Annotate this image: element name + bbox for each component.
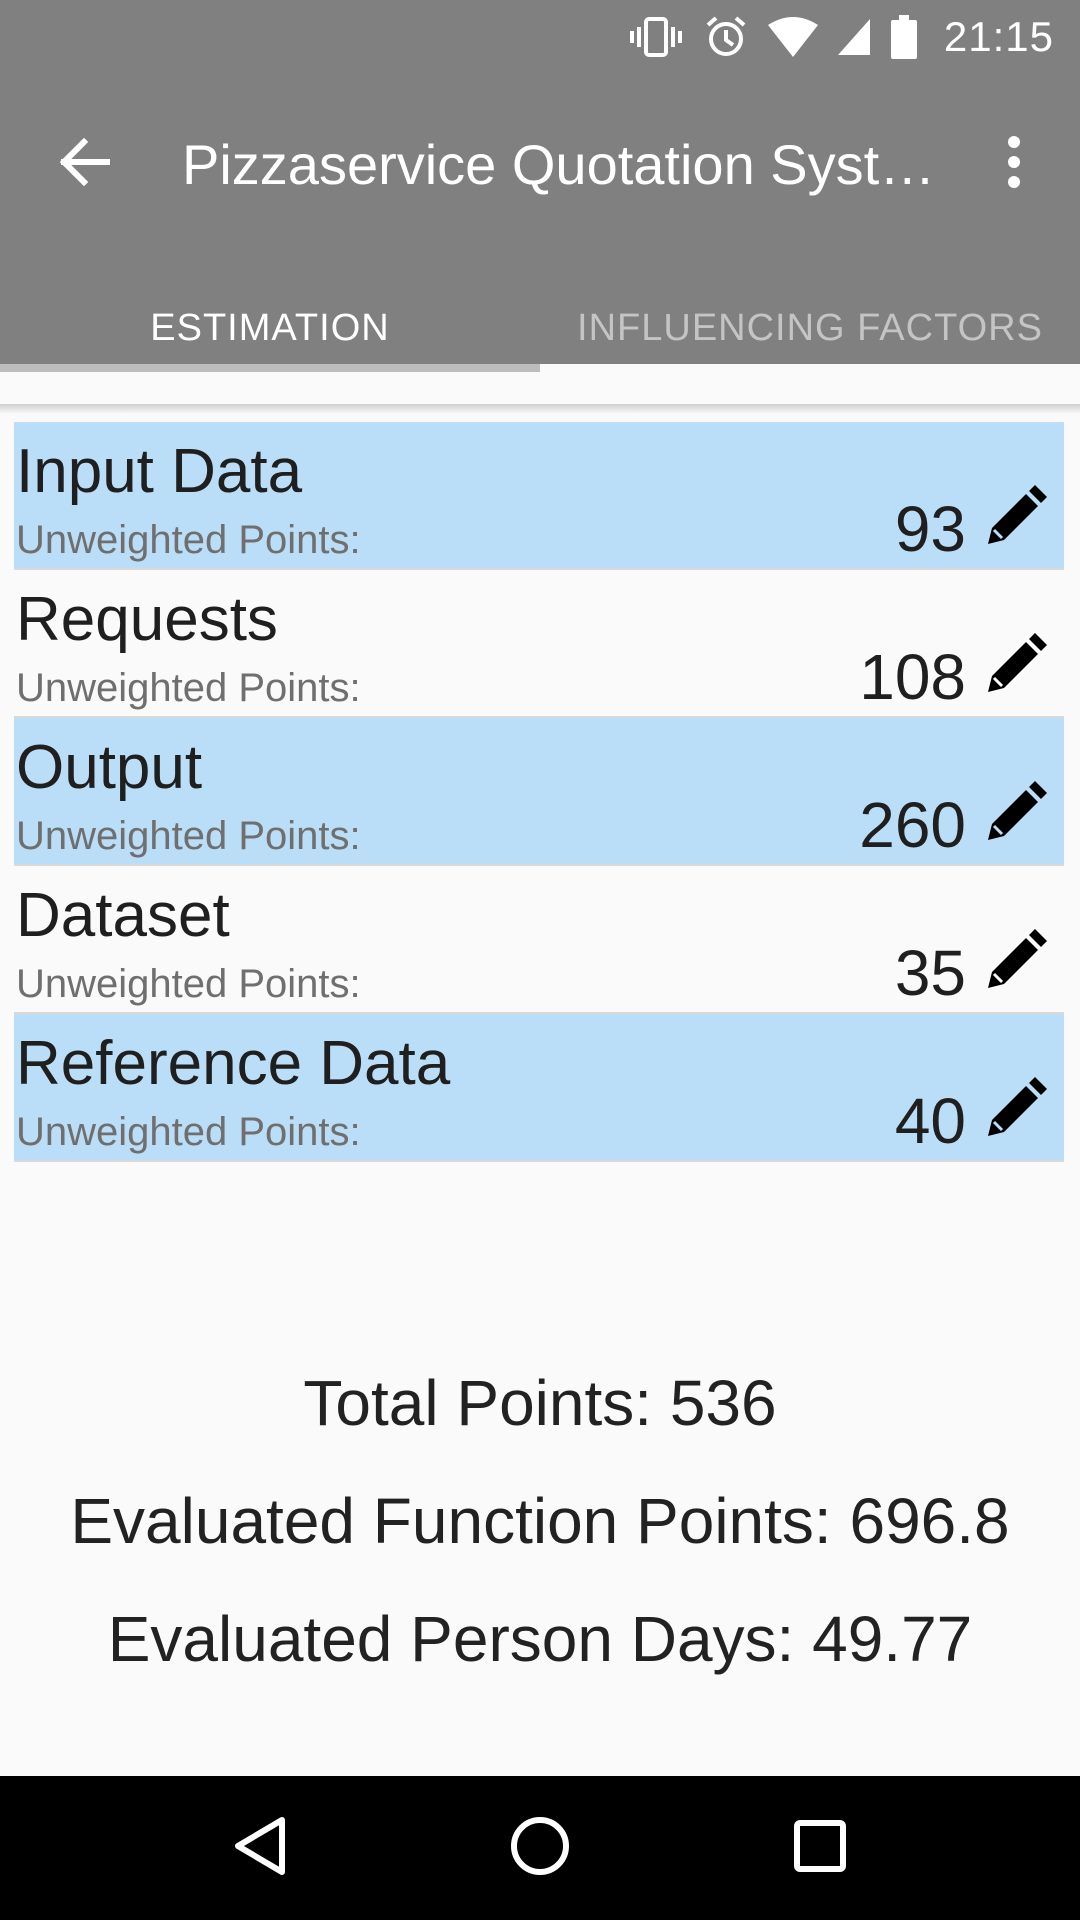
- nav-home-button[interactable]: [485, 1793, 595, 1903]
- list-item[interactable]: Input Data Unweighted Points: 93: [14, 422, 1064, 570]
- pencil-icon: [982, 1076, 1048, 1147]
- edit-button[interactable]: [980, 1076, 1050, 1146]
- item-value: 40: [894, 1085, 966, 1157]
- pencil-icon: [982, 928, 1048, 999]
- item-value: 35: [894, 937, 966, 1009]
- status-bar: 21:15: [0, 0, 1080, 74]
- status-time: 21:15: [943, 13, 1054, 60]
- estimation-list: Input Data Unweighted Points: 93 Request…: [14, 422, 1064, 1162]
- page-title: Pizzaservice Quotation System: [182, 132, 952, 196]
- overflow-menu-button[interactable]: [968, 118, 1060, 210]
- item-subtitle: Unweighted Points:: [16, 666, 361, 710]
- total-points-text: Total Points: 536: [303, 1367, 777, 1439]
- person-days-text: Evaluated Person Days: 49.77: [107, 1603, 973, 1675]
- app-bar-shadow: [0, 404, 1080, 414]
- list-item[interactable]: Requests Unweighted Points: 108: [14, 570, 1064, 718]
- item-value: 260: [859, 789, 966, 861]
- nav-back-button[interactable]: [205, 1793, 315, 1903]
- edit-button[interactable]: [980, 632, 1050, 702]
- tab-label: INFLUENCING FACTORS: [577, 306, 1043, 349]
- tab-estimation[interactable]: ESTIMATION: [0, 292, 540, 372]
- item-subtitle: Unweighted Points:: [16, 814, 361, 858]
- back-arrow-icon: [58, 137, 111, 191]
- circle-home-icon: [510, 1816, 570, 1881]
- alarm-icon: [704, 15, 748, 59]
- toolbar: Pizzaservice Quotation System: [0, 110, 1080, 218]
- list-item[interactable]: Dataset Unweighted Points: 35: [14, 866, 1064, 1014]
- back-button[interactable]: [38, 118, 130, 210]
- more-vert-icon: [1006, 134, 1022, 195]
- item-subtitle: Unweighted Points:: [16, 518, 361, 562]
- tab-label: ESTIMATION: [150, 306, 390, 349]
- edit-button[interactable]: [980, 780, 1050, 850]
- function-points-text: Evaluated Function Points: 696.8: [70, 1485, 1010, 1557]
- triangle-back-icon: [232, 1816, 288, 1881]
- item-title: Requests: [16, 585, 278, 654]
- pencil-icon: [982, 632, 1048, 703]
- item-value: 93: [894, 493, 966, 565]
- app-bar: Pizzaservice Quotation System ESTIMATION…: [0, 74, 1080, 372]
- tab-bar: ESTIMATION INFLUENCING FACTORS: [0, 292, 1080, 372]
- item-subtitle: Unweighted Points:: [16, 962, 361, 1006]
- signal-icon: [837, 19, 870, 55]
- pencil-icon: [982, 780, 1048, 851]
- pencil-icon: [982, 484, 1048, 555]
- item-title: Reference Data: [16, 1029, 451, 1098]
- list-item[interactable]: Reference Data Unweighted Points: 40: [14, 1014, 1064, 1162]
- item-subtitle: Unweighted Points:: [16, 1110, 361, 1154]
- nav-recents-button[interactable]: [765, 1793, 875, 1903]
- item-title: Input Data: [16, 437, 303, 506]
- item-title: Dataset: [16, 881, 230, 950]
- list-item[interactable]: Output Unweighted Points: 260: [14, 718, 1064, 866]
- battery-icon: [890, 15, 918, 59]
- wifi-icon: [767, 17, 818, 57]
- item-value: 108: [859, 641, 966, 713]
- edit-button[interactable]: [980, 928, 1050, 998]
- square-recents-icon: [793, 1819, 847, 1878]
- system-nav-bar: [0, 1776, 1080, 1920]
- tab-indicator: [0, 364, 540, 372]
- edit-button[interactable]: [980, 484, 1050, 554]
- tab-influencing-factors[interactable]: INFLUENCING FACTORS: [540, 292, 1080, 364]
- vibrate-icon: [628, 15, 684, 59]
- item-title: Output: [16, 733, 203, 802]
